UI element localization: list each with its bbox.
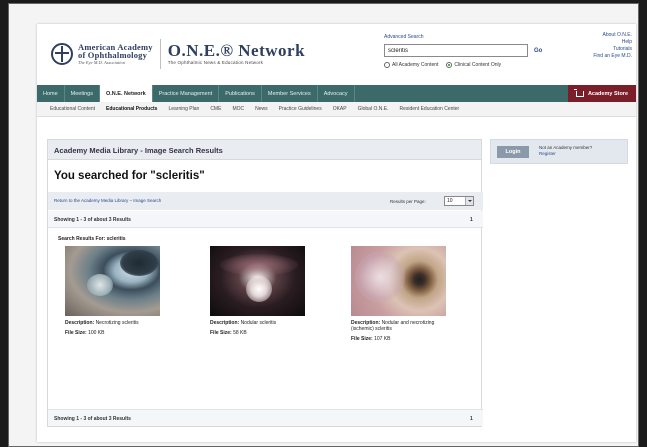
aao-emblem-icon bbox=[51, 43, 73, 65]
register-link[interactable]: Register bbox=[539, 151, 592, 157]
result-description: Necrotizing scleritis bbox=[95, 320, 139, 326]
subnav-okap[interactable]: OKAP bbox=[333, 106, 347, 112]
result-thumbnail-nodular[interactable] bbox=[210, 246, 305, 316]
subnav-resident-education[interactable]: Resident Education Center bbox=[399, 106, 459, 112]
go-button[interactable]: Go bbox=[534, 48, 542, 54]
showing-count-bottom: Showing 1 - 3 of about 3 Results bbox=[54, 416, 131, 422]
radio-all-content[interactable] bbox=[384, 62, 390, 68]
one-network-subtitle: The Ophthalmic News & Education Network bbox=[167, 60, 264, 66]
search-results-panel: Academy Media Library - Image Search Res… bbox=[47, 139, 483, 427]
aao-name-line2: of Ophthalmology bbox=[78, 50, 148, 61]
results-summary-top: Showing 1 - 3 of about 3 Results 1 bbox=[48, 211, 483, 228]
page-number-link[interactable]: 1 bbox=[470, 217, 473, 223]
util-link-about[interactable]: About O.N.E. bbox=[593, 32, 632, 39]
one-network-title: O.N.E.® Network bbox=[167, 41, 306, 61]
search-scope: All Academy Content Clinical Content Onl… bbox=[384, 62, 574, 68]
file-size-value: 100 KB bbox=[88, 330, 105, 336]
results-for-label: Search Results For: scleritis bbox=[58, 236, 126, 242]
subnav-cme[interactable]: CME bbox=[210, 106, 221, 112]
login-button[interactable]: Login bbox=[497, 146, 529, 158]
cart-icon bbox=[573, 88, 584, 97]
chevron-down-icon bbox=[465, 197, 473, 205]
sub-nav: Educational Content Educational Products… bbox=[37, 102, 636, 117]
return-to-library-link[interactable]: Return to the Academy Media Library – Im… bbox=[54, 198, 161, 203]
utility-links: About O.N.E. Help Tutorials Find an Eye … bbox=[593, 32, 632, 60]
photo-frame: American Academy of Ophthalmology The Ey… bbox=[8, 3, 639, 447]
subnav-educational-content[interactable]: Educational Content bbox=[50, 106, 95, 112]
file-size-line: File Size: 58 KB bbox=[210, 330, 310, 336]
nav-meetings[interactable]: Meetings bbox=[65, 85, 100, 102]
web-page: American Academy of Ophthalmology The Ey… bbox=[37, 24, 636, 442]
file-size-label: File Size: bbox=[210, 330, 232, 336]
aao-tagline: The Eye M.D. Association bbox=[78, 59, 126, 65]
radio-all-content-label[interactable]: All Academy Content bbox=[392, 62, 438, 68]
aao-logo-text: American Academy of Ophthalmology The Ey… bbox=[78, 43, 153, 66]
util-link-tutorials[interactable]: Tutorials bbox=[593, 46, 632, 53]
subnav-news[interactable]: News bbox=[255, 106, 268, 112]
site-logo[interactable]: American Academy of Ophthalmology The Ey… bbox=[51, 38, 305, 70]
file-size-line: File Size: 100 KB bbox=[65, 330, 165, 336]
login-panel: Login Not an Academy member? Register bbox=[490, 139, 628, 164]
subnav-learning-plan[interactable]: Learning Plan bbox=[168, 106, 199, 112]
file-size-label: File Size: bbox=[351, 336, 373, 342]
academy-store-button[interactable]: Academy Store bbox=[567, 85, 636, 102]
results-toolbar: Return to the Academy Media Library – Im… bbox=[48, 192, 483, 210]
subnav-educational-products[interactable]: Educational Products bbox=[106, 106, 157, 112]
util-link-help[interactable]: Help bbox=[593, 39, 632, 46]
results-per-page-value: 10 bbox=[447, 198, 453, 204]
site-search: Advanced Search Go All Academy Content C… bbox=[384, 34, 574, 68]
result-description: Nodular scleritis bbox=[240, 320, 277, 326]
advanced-search-link[interactable]: Advanced Search bbox=[384, 34, 574, 40]
results-summary-bottom: Showing 1 - 3 of about 3 Results 1 bbox=[48, 409, 483, 426]
searched-for-heading: You searched for "scleritis" bbox=[54, 170, 205, 182]
description-label: Description: bbox=[65, 320, 95, 326]
search-row: Go bbox=[384, 44, 574, 57]
nav-home[interactable]: Home bbox=[37, 85, 65, 102]
file-size-label: File Size: bbox=[65, 330, 87, 336]
subnav-global-one[interactable]: Global O.N.E. bbox=[358, 106, 389, 112]
showing-count: Showing 1 - 3 of about 3 Results bbox=[54, 217, 131, 223]
page-number-link-bottom[interactable]: 1 bbox=[470, 416, 473, 422]
subnav-moc[interactable]: MOC bbox=[232, 106, 244, 112]
one-network-logo: O.N.E.® Network The Ophthalmic News & Ed… bbox=[168, 42, 305, 66]
result-caption-3: Description: Nodular and necrotizing (is… bbox=[351, 320, 451, 342]
result-thumbnail-necrotizing[interactable] bbox=[65, 246, 160, 316]
file-size-value: 58 KB bbox=[233, 330, 247, 336]
subnav-practice-guidelines[interactable]: Practice Guidelines bbox=[279, 106, 322, 112]
results-panel-title: Academy Media Library - Image Search Res… bbox=[48, 140, 481, 160]
result-thumbnail-nodular-necrotizing[interactable] bbox=[351, 246, 446, 316]
academy-store-label: Academy Store bbox=[587, 90, 628, 97]
util-link-find-eye-md[interactable]: Find an Eye M.D. bbox=[593, 53, 632, 60]
result-caption-1: Description: Necrotizing scleritis File … bbox=[65, 320, 165, 336]
results-per-page-label: Results per Page: bbox=[390, 199, 426, 204]
nav-publications[interactable]: Publications bbox=[219, 85, 262, 102]
result-caption-2: Description: Nodular scleritis File Size… bbox=[210, 320, 310, 336]
file-size-value: 107 KB bbox=[374, 336, 391, 342]
description-label: Description: bbox=[210, 320, 240, 326]
nav-advocacy[interactable]: Advocacy bbox=[318, 85, 355, 102]
results-per-page-select[interactable]: 10 bbox=[444, 196, 474, 206]
main-nav: Home Meetings O.N.E. Network Practice Ma… bbox=[37, 85, 636, 102]
radio-clinical-content-label[interactable]: Clinical Content Only bbox=[454, 62, 501, 68]
search-input[interactable] bbox=[384, 44, 528, 57]
file-size-line: File Size: 107 KB bbox=[351, 336, 451, 342]
radio-clinical-content[interactable] bbox=[446, 62, 453, 68]
nav-member-services[interactable]: Member Services bbox=[262, 85, 318, 102]
nav-practice-management[interactable]: Practice Management bbox=[153, 85, 220, 102]
membership-prompt: Not an Academy member? Register bbox=[539, 145, 592, 157]
logo-divider bbox=[159, 39, 161, 69]
nav-one-network[interactable]: O.N.E. Network bbox=[100, 85, 153, 102]
